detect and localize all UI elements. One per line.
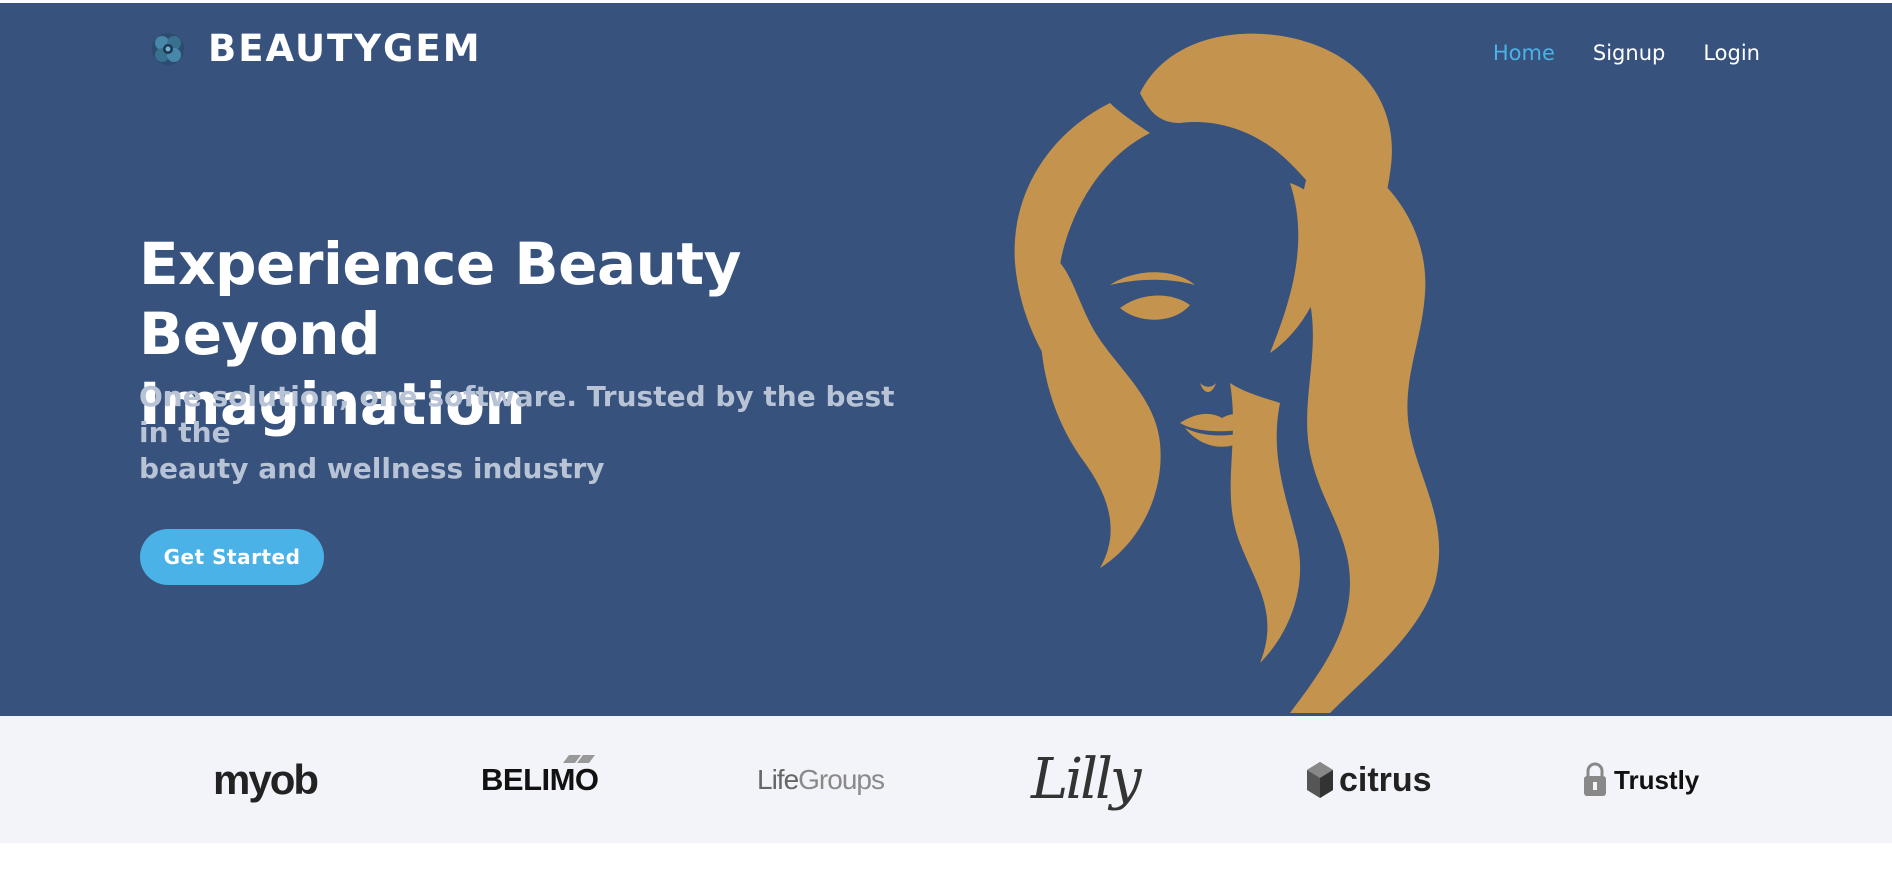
hero-section: BEAUTYGEM Home Signup Login Experience B… — [0, 3, 1892, 716]
logo-belimo: BELIMO — [481, 716, 599, 843]
main-nav: Home Signup Login — [1493, 39, 1760, 67]
hero-subheading: One solution, one software. Trusted by t… — [139, 379, 899, 487]
client-logo-strip: myob BELIMO Life Groups Lilly citrus Trus… — [0, 716, 1892, 843]
logo-lifegroups: Life Groups — [757, 716, 885, 843]
get-started-button[interactable]: Get Started — [140, 529, 324, 585]
lifegroups-logo-groups: Groups — [798, 763, 885, 795]
lifegroups-logo-life: Life — [757, 763, 799, 795]
headline-line-1: Experience Beauty Beyond — [139, 230, 741, 368]
nav-login-link[interactable]: Login — [1703, 39, 1760, 67]
flower-orb-icon — [152, 33, 184, 65]
citrus-cube-icon — [1307, 761, 1333, 798]
woman-face-hair-illustration — [1014, 33, 1440, 713]
logo-myob: myob — [213, 716, 319, 843]
belimo-mark-icon — [562, 754, 595, 763]
myob-logo-text: myob — [213, 755, 319, 803]
subhead-line-2: beauty and wellness industry — [139, 452, 605, 485]
citrus-logo-text: citrus — [1339, 760, 1432, 799]
trustly-logo-text: Trustly — [1614, 764, 1700, 795]
logo-citrus: citrus — [1307, 716, 1432, 843]
lilly-logo-text: Lilly — [1031, 746, 1142, 812]
padlock-icon — [1584, 762, 1606, 796]
logo-lilly: Lilly — [1031, 716, 1142, 843]
subhead-line-1: One solution, one software. Trusted by t… — [139, 380, 895, 449]
brand-name: BEAUTYGEM — [208, 27, 482, 70]
logo-trustly: Trustly — [1582, 716, 1699, 843]
nav-signup-link[interactable]: Signup — [1593, 39, 1665, 67]
brand[interactable]: BEAUTYGEM — [150, 29, 482, 69]
